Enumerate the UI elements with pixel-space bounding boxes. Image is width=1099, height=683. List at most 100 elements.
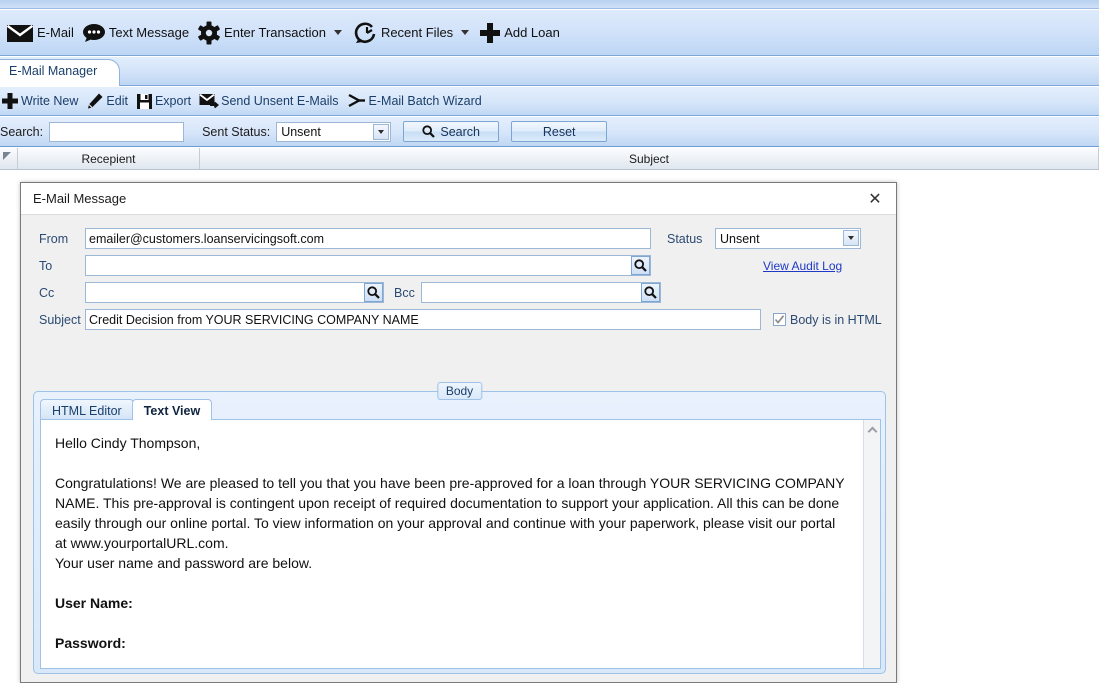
sub-item-label: Write New bbox=[21, 94, 79, 108]
search-button-label: Search bbox=[440, 124, 480, 139]
envelope-icon bbox=[6, 23, 34, 43]
body-line: Your user name and password are below. bbox=[55, 555, 313, 571]
gear-icon bbox=[197, 21, 221, 45]
tab-label: E-Mail Manager bbox=[9, 64, 98, 78]
subject-label: Subject bbox=[39, 312, 81, 327]
dialog-body: From Status Unsent To bbox=[21, 215, 896, 682]
body-editor[interactable]: Hello Cindy Thompson, Congratulations! W… bbox=[40, 419, 881, 669]
body-line: Hello Cindy Thompson, bbox=[55, 435, 201, 451]
batch-arrow-icon bbox=[347, 92, 367, 110]
chevron-down-icon[interactable] bbox=[843, 230, 859, 246]
tab-email-manager[interactable]: E-Mail Manager bbox=[0, 59, 121, 86]
body-line-spacer bbox=[55, 453, 849, 473]
cc-field-wrap bbox=[85, 282, 384, 303]
body-line-spacer bbox=[55, 573, 849, 593]
main-toolbar: E-Mail Text Message Enter Transaction Re… bbox=[0, 10, 1099, 56]
toolbar-item-email[interactable]: E-Mail bbox=[4, 18, 80, 48]
toolbar-item-text-message[interactable]: Text Message bbox=[80, 18, 195, 48]
toolbar-item-label: Recent Files bbox=[380, 25, 454, 40]
tab-html-editor[interactable]: HTML Editor bbox=[40, 399, 134, 420]
close-icon[interactable]: ✕ bbox=[862, 187, 888, 211]
plus-icon bbox=[1, 92, 19, 110]
send-envelope-icon bbox=[199, 92, 220, 110]
write-new-button[interactable]: Write New bbox=[0, 89, 85, 114]
to-lookup-search-icon[interactable] bbox=[631, 256, 650, 275]
speech-bubble-icon bbox=[82, 23, 106, 43]
dialog-titlebar: E-Mail Message ✕ bbox=[21, 183, 896, 215]
from-label: From bbox=[39, 231, 69, 246]
chevron-down-icon[interactable] bbox=[461, 30, 470, 35]
from-row: From Status Unsent bbox=[33, 225, 884, 252]
body-groupbox: Body HTML Editor Text View Hello Cindy T… bbox=[33, 382, 886, 674]
toolbar-item-label: Enter Transaction bbox=[224, 25, 326, 40]
toolbar-item-enter-transaction[interactable]: Enter Transaction bbox=[195, 18, 350, 48]
status-select[interactable]: Unsent bbox=[715, 228, 861, 249]
body-line-spacer bbox=[55, 653, 849, 668]
search-icon bbox=[422, 125, 436, 138]
reset-button[interactable]: Reset bbox=[511, 121, 608, 142]
search-filter-bar: Search: Sent Status: Unsent Search Reset bbox=[0, 117, 1099, 147]
search-input[interactable] bbox=[49, 121, 185, 142]
floppy-disk-icon bbox=[136, 93, 153, 110]
send-unsent-emails-button[interactable]: Send Unsent E-Mails bbox=[198, 89, 345, 114]
scroll-up-icon[interactable] bbox=[864, 422, 880, 438]
toolbar-item-label: E-Mail bbox=[37, 25, 74, 40]
search-label: Search: bbox=[0, 124, 44, 139]
tab-text-view[interactable]: Text View bbox=[131, 399, 213, 420]
chevron-down-icon[interactable] bbox=[373, 123, 390, 140]
body-groupbox-legend: Body bbox=[436, 382, 483, 400]
email-batch-wizard-button[interactable]: E-Mail Batch Wizard bbox=[346, 89, 489, 114]
cc-field[interactable] bbox=[85, 282, 384, 303]
toolbar-item-label: Text Message bbox=[108, 25, 190, 40]
bcc-lookup-search-icon[interactable] bbox=[640, 283, 660, 302]
status-label: Status bbox=[667, 231, 703, 246]
sub-item-label: E-Mail Batch Wizard bbox=[368, 94, 482, 108]
body-is-html-checkbox[interactable]: Body is in HTML bbox=[773, 313, 882, 327]
sent-status-select[interactable]: Unsent bbox=[276, 121, 392, 142]
body-editor-text[interactable]: Hello Cindy Thompson, Congratulations! W… bbox=[41, 420, 863, 668]
body-line: Congratulations! We are pleased to tell … bbox=[55, 475, 845, 551]
to-row: To View Audit Log bbox=[33, 252, 884, 279]
cc-bcc-row: Cc Bcc bbox=[33, 279, 884, 306]
from-field[interactable] bbox=[85, 228, 651, 249]
body-line: Password: bbox=[55, 635, 126, 651]
body-line-spacer bbox=[55, 613, 849, 633]
bcc-field[interactable] bbox=[420, 282, 661, 303]
sub-item-label: Export bbox=[154, 94, 192, 108]
sent-status-value: Unsent bbox=[281, 124, 321, 139]
app-root: E-Mail Text Message Enter Transaction Re… bbox=[0, 0, 1099, 683]
results-grid-header: Recepient Subject bbox=[0, 148, 1099, 170]
column-header-subject[interactable]: Subject bbox=[200, 148, 1099, 169]
body-scrollbar[interactable] bbox=[863, 420, 880, 668]
column-header-recipient[interactable]: Recepient bbox=[18, 148, 200, 169]
column-header-label: Recepient bbox=[81, 151, 136, 166]
sub-item-label: Edit bbox=[106, 94, 128, 108]
to-label: To bbox=[39, 258, 53, 273]
tab-label: HTML Editor bbox=[52, 404, 122, 418]
grid-corner-icon[interactable] bbox=[0, 148, 18, 169]
export-button[interactable]: Export bbox=[135, 89, 198, 114]
dialog-title: E-Mail Message bbox=[33, 191, 127, 206]
toolbar-item-label: Add Loan bbox=[504, 25, 560, 40]
body-is-html-label: Body is in HTML bbox=[790, 312, 882, 327]
window-top-band bbox=[0, 0, 1099, 9]
bcc-field-wrap bbox=[420, 282, 661, 303]
body-line: User Name: bbox=[55, 595, 133, 611]
view-audit-log-link[interactable]: View Audit Log bbox=[763, 259, 842, 273]
toolbar-item-add-loan[interactable]: Add Loan bbox=[477, 18, 566, 48]
search-button[interactable]: Search bbox=[403, 121, 500, 142]
email-message-dialog: E-Mail Message ✕ From Status Unsent To bbox=[20, 182, 897, 683]
toolbar-item-recent-files[interactable]: Recent Files bbox=[350, 18, 477, 48]
body-view-tabs: HTML Editor Text View bbox=[40, 398, 213, 420]
sub-item-label: Send Unsent E-Mails bbox=[221, 94, 339, 108]
bcc-label: Bcc bbox=[394, 285, 415, 300]
cc-lookup-search-icon[interactable] bbox=[364, 283, 383, 302]
clock-icon bbox=[352, 21, 378, 45]
subject-field[interactable] bbox=[85, 309, 761, 330]
chevron-down-icon[interactable] bbox=[333, 30, 342, 35]
reset-button-label: Reset bbox=[542, 124, 576, 139]
checkbox-checked-icon bbox=[773, 313, 786, 326]
to-field[interactable] bbox=[85, 255, 651, 276]
column-header-label: Subject bbox=[628, 151, 670, 166]
edit-button[interactable]: Edit bbox=[85, 89, 135, 114]
